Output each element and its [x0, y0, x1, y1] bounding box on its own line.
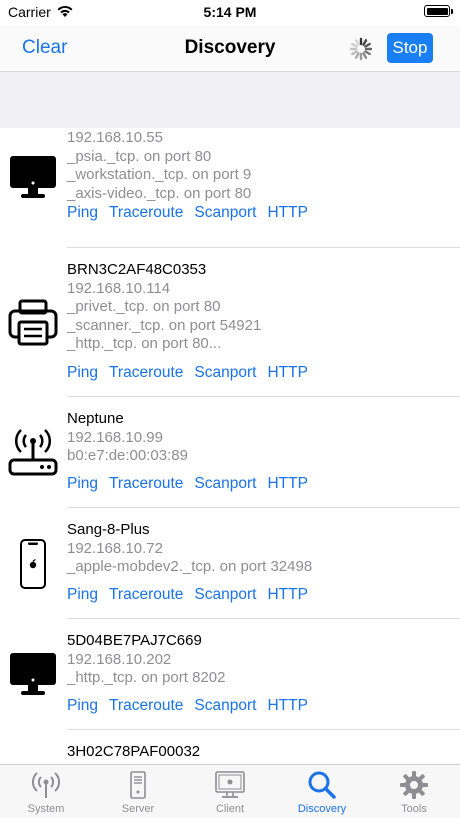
device-row[interactable]: BRN3C2AF48C0353 192.168.10.114 _privet._… [0, 248, 460, 397]
device-service: _apple-mobdev2._tcp. on port 32498 [67, 558, 313, 575]
tab-bar: System Server Client Discovery Tools [0, 764, 460, 818]
ping-button[interactable]: Ping [67, 586, 98, 604]
phone-icon [20, 539, 46, 589]
desktop-icon [10, 156, 56, 198]
device-row[interactable]: Sang-8-Plus 192.168.10.72 _apple-mobdev2… [0, 508, 460, 619]
server-icon [130, 771, 146, 799]
tab-server[interactable]: Server [92, 765, 184, 818]
ping-button[interactable]: Ping [67, 364, 98, 382]
ping-button[interactable]: Ping [67, 475, 98, 493]
gear-icon [400, 771, 428, 799]
antenna-icon [31, 772, 61, 798]
tab-label: Server [121, 803, 155, 815]
tab-label: Tools [401, 803, 427, 815]
scanport-button[interactable]: Scanport [194, 586, 256, 604]
status-time: 5:14 PM [203, 4, 257, 20]
device-service: _workstation._tcp. on port 9 [67, 166, 252, 183]
search-icon [308, 771, 336, 799]
client-icon [215, 771, 245, 798]
clear-button[interactable]: Clear [22, 37, 67, 59]
device-row[interactable]: 3H02C78PAF00032 [0, 730, 460, 764]
activity-spinner-icon [349, 37, 373, 61]
http-button[interactable]: HTTP [267, 697, 307, 715]
http-button[interactable]: HTTP [267, 204, 307, 222]
tab-label: System [27, 803, 65, 815]
http-button[interactable]: HTTP [267, 475, 307, 493]
device-row[interactable]: Neptune 192.168.10.99 b0:e7:de:00:03:89 … [0, 397, 460, 508]
device-service: _http._tcp. on port 80... [67, 335, 222, 352]
tab-tools[interactable]: Tools [368, 765, 460, 818]
header-spacer [0, 72, 460, 128]
battery-icon [424, 5, 453, 17]
http-button[interactable]: HTTP [267, 364, 307, 382]
tab-label: Discovery [297, 803, 347, 815]
device-name: 3H02C78PAF00032 [67, 743, 201, 760]
status-bar: Carrier 5:14 PM [0, 0, 460, 26]
navigation-bar: Clear Discovery Stop [0, 26, 460, 72]
scanport-button[interactable]: Scanport [194, 697, 256, 715]
traceroute-button[interactable]: Traceroute [109, 364, 183, 382]
tab-label: Client [215, 803, 245, 815]
traceroute-button[interactable]: Traceroute [109, 697, 183, 715]
device-service: _psia._tcp. on port 80 [67, 147, 212, 165]
desktop-icon [10, 653, 56, 695]
device-service: _scanner._tcp. on port 54921 [67, 316, 262, 334]
router-icon [8, 429, 58, 476]
device-name: Sang-8-Plus [67, 521, 150, 538]
device-mac: b0:e7:de:00:03:89 [67, 447, 188, 464]
device-ip: 192.168.10.114 [67, 279, 171, 297]
scanport-button[interactable]: Scanport [194, 364, 256, 382]
tab-system[interactable]: System [0, 765, 92, 818]
device-name: BRN3C2AF48C0353 [67, 261, 207, 278]
device-ip: 192.168.10.202 [67, 650, 172, 668]
device-list[interactable]: 192.168.10.55 _psia._tcp. on port 80 _wo… [0, 128, 460, 764]
device-ip: 192.168.10.99 [67, 428, 163, 446]
scanport-button[interactable]: Scanport [194, 204, 256, 222]
device-ip: 192.168.10.55 [67, 129, 163, 146]
device-name: 5D04BE7PAJ7C669 [67, 632, 202, 649]
printer-icon [8, 299, 58, 346]
device-name: Neptune [67, 410, 124, 427]
scanport-button[interactable]: Scanport [194, 475, 256, 493]
stop-button[interactable]: Stop [387, 33, 433, 63]
ping-button[interactable]: Ping [67, 697, 98, 715]
device-service: _http._tcp. on port 8202 [67, 669, 226, 686]
http-button[interactable]: HTTP [267, 586, 307, 604]
device-service: _privet._tcp. on port 80 [67, 298, 221, 315]
device-row[interactable]: 192.168.10.55 _psia._tcp. on port 80 _wo… [0, 128, 460, 248]
device-row[interactable]: 5D04BE7PAJ7C669 192.168.10.202 _http._tc… [0, 619, 460, 730]
device-service: _axis-video._tcp. on port 80 [67, 184, 252, 202]
traceroute-button[interactable]: Traceroute [109, 204, 183, 222]
ping-button[interactable]: Ping [67, 204, 98, 222]
tab-discovery[interactable]: Discovery [276, 765, 368, 818]
traceroute-button[interactable]: Traceroute [109, 475, 183, 493]
tab-client[interactable]: Client [184, 765, 276, 818]
device-ip: 192.168.10.72 [67, 539, 163, 557]
traceroute-button[interactable]: Traceroute [109, 586, 183, 604]
